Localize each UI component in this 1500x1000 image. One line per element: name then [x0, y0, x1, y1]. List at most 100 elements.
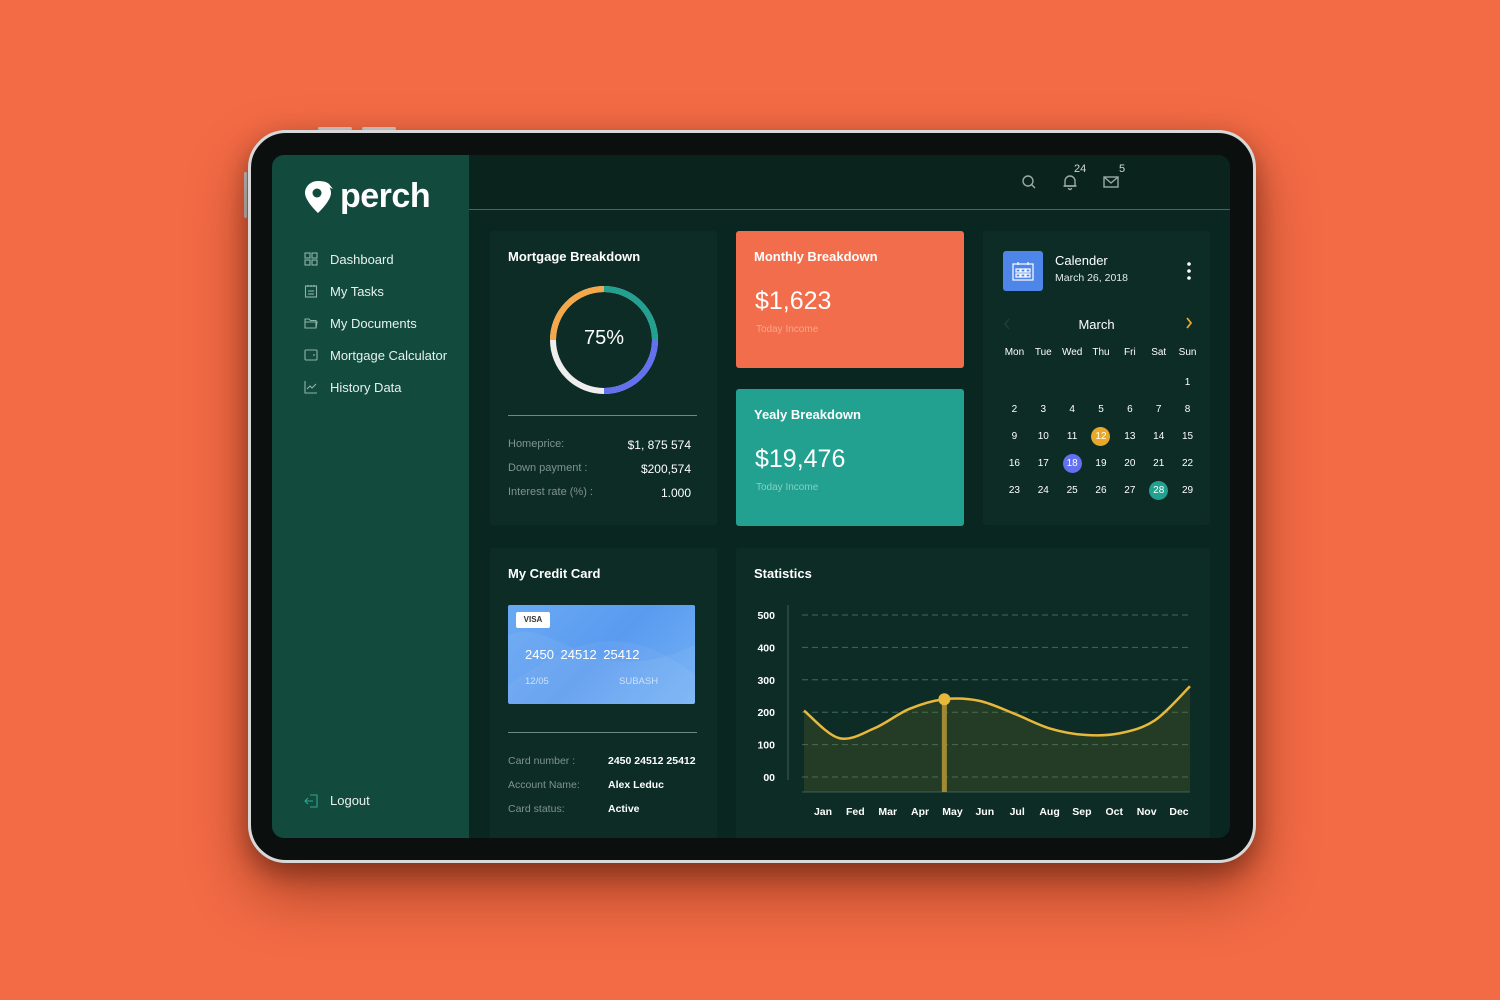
bell-icon[interactable] — [1061, 173, 1079, 191]
row-label: Card number : — [508, 755, 576, 767]
calendar-day[interactable]: 11 — [1058, 425, 1087, 452]
calendar-day[interactable]: 10 — [1029, 425, 1058, 452]
series-area — [804, 686, 1190, 792]
calendar-date: March 26, 2018 — [1055, 272, 1128, 284]
calendar-day[interactable]: 3 — [1029, 398, 1058, 425]
x-tick-label: Nov — [1137, 806, 1157, 818]
highlighted-day: 12 — [1091, 427, 1111, 446]
sidebar-item-mortgage-calculator[interactable]: Mortgage Calculator — [304, 339, 447, 371]
calendar-day[interactable]: 26 — [1087, 479, 1116, 506]
app-name: perch — [340, 177, 431, 215]
calendar-day[interactable]: 27 — [1115, 479, 1144, 506]
weekday-label: Wed — [1061, 347, 1083, 358]
card-title: Mortgage Breakdown — [508, 249, 641, 264]
monthly-breakdown-card[interactable]: Monthly Breakdown $1,623 Today Income — [736, 231, 964, 368]
x-tick-label: Aug — [1039, 806, 1059, 818]
calendar-day[interactable]: 6 — [1115, 398, 1144, 425]
calendar-day[interactable]: 20 — [1115, 452, 1144, 479]
search-icon[interactable] — [1020, 173, 1038, 191]
empty-cell — [1058, 371, 1087, 398]
sidebar-item-label: My Tasks — [330, 283, 384, 299]
yearly-value: $19,476 — [755, 445, 846, 473]
row-value: 2450 24512 25412 — [608, 755, 696, 767]
calendar-day[interactable]: 22 — [1173, 452, 1202, 479]
card-expiry: 12/05 — [525, 676, 549, 687]
calendar-day[interactable]: 29 — [1173, 479, 1202, 506]
calendar-day[interactable]: 18 — [1058, 452, 1087, 479]
sidebar-item-history-data[interactable]: History Data — [304, 371, 447, 403]
calendar-title: Calender — [1055, 253, 1108, 268]
calendar-day[interactable]: 24 — [1029, 479, 1058, 506]
sidebar-nav: Dashboard My Tasks My Documents Mortgage… — [304, 243, 447, 403]
statistics-card: Statistics 00 100 200 300 400 500 Jan Fed Mar Apr… — [736, 548, 1210, 838]
row-label: Down payment : — [508, 462, 588, 474]
account-name-row: Account Name: Alex Leduc — [508, 779, 664, 791]
monthly-sub-label: Today Income — [756, 324, 819, 335]
weekday-label: Thu — [1092, 347, 1110, 358]
x-tick-label: Fed — [846, 806, 865, 818]
credit-card[interactable]: VISA 2450 24512 25412 12/05 SUBASH — [508, 605, 695, 704]
down-payment-row: Down payment : $200,574 — [508, 462, 691, 476]
calendar-day[interactable]: 4 — [1058, 398, 1087, 425]
more-vertical-icon[interactable] — [1186, 261, 1192, 281]
sidebar-item-my-documents[interactable]: My Documents — [304, 307, 447, 339]
card-title: My Credit Card — [508, 566, 601, 581]
highlighted-day: 28 — [1149, 481, 1169, 500]
calendar-day[interactable]: 8 — [1173, 398, 1202, 425]
calendar-day[interactable]: 14 — [1144, 425, 1173, 452]
sidebar-item-dashboard[interactable]: Dashboard — [304, 243, 447, 275]
calendar-day[interactable]: 5 — [1087, 398, 1116, 425]
sidebar-item-label: Dashboard — [330, 251, 394, 267]
mail-icon[interactable] — [1102, 173, 1120, 191]
x-tick-label: Jan — [814, 806, 832, 818]
calendar-day[interactable]: 23 — [1000, 479, 1029, 506]
grid-icon — [304, 252, 318, 266]
weekday-label: Mon — [1004, 347, 1025, 358]
row-label: Card status: — [508, 803, 565, 815]
calendar-day[interactable]: 21 — [1144, 452, 1173, 479]
x-tick-label: Apr — [911, 806, 929, 818]
calendar-day[interactable]: 15 — [1173, 425, 1202, 452]
calendar-grid: Mon Tue Wed Thu Fri Sat Sun 1 2 3 4 5 6 7 8 9 10 11 12 13 14… — [1000, 347, 1202, 506]
calendar-day[interactable]: 13 — [1115, 425, 1144, 452]
card-status-row: Card status: Active — [508, 803, 640, 815]
calendar-day[interactable]: 7 — [1144, 398, 1173, 425]
logout-button[interactable]: Logout — [304, 793, 370, 808]
weekday-label: Sun — [1178, 347, 1197, 358]
row-value: $200,574 — [640, 462, 691, 476]
card-number-display: 2450 24512 25412 — [525, 647, 640, 662]
highlight-point — [938, 693, 951, 706]
row-value: $1, 875 574 — [627, 438, 691, 452]
y-tick-label: 100 — [757, 740, 775, 752]
calendar-day[interactable]: 16 — [1000, 452, 1029, 479]
card-holder: SUBASH — [619, 676, 659, 687]
calendar-day[interactable]: 9 — [1000, 425, 1029, 452]
calendar-day[interactable]: 19 — [1087, 452, 1116, 479]
card-title: Monthly Breakdown — [754, 249, 878, 264]
calendar-day[interactable]: 25 — [1058, 479, 1087, 506]
calendar-icon — [1003, 251, 1043, 291]
highlight-bar — [941, 699, 947, 792]
line-chart-icon — [304, 381, 317, 394]
empty-cell — [1087, 371, 1116, 398]
visa-logo: VISA — [516, 612, 550, 628]
sidebar-item-my-tasks[interactable]: My Tasks — [304, 275, 447, 307]
location-pin-icon — [305, 180, 333, 213]
calendar-day[interactable]: 2 — [1000, 398, 1029, 425]
power-button — [244, 172, 247, 218]
row-label: Homeprice: — [508, 438, 565, 450]
topbar: 24 5 — [469, 155, 1230, 210]
calendar-day[interactable]: 1 — [1173, 371, 1202, 398]
calendar-day[interactable]: 12 — [1087, 425, 1116, 452]
card-title: Yealy Breakdown — [754, 407, 861, 422]
calendar-day[interactable]: 28 — [1144, 479, 1173, 506]
empty-cell — [1029, 371, 1058, 398]
empty-cell — [1144, 371, 1173, 398]
sidebar-item-label: History Data — [330, 379, 402, 395]
yearly-breakdown-card[interactable]: Yealy Breakdown $19,476 Today Income — [736, 389, 964, 526]
divider — [508, 732, 697, 733]
chevron-right-icon[interactable] — [1185, 317, 1193, 329]
calendar-month: March — [1078, 317, 1115, 332]
calendar-day[interactable]: 17 — [1029, 452, 1058, 479]
logo[interactable]: perch — [304, 177, 431, 216]
